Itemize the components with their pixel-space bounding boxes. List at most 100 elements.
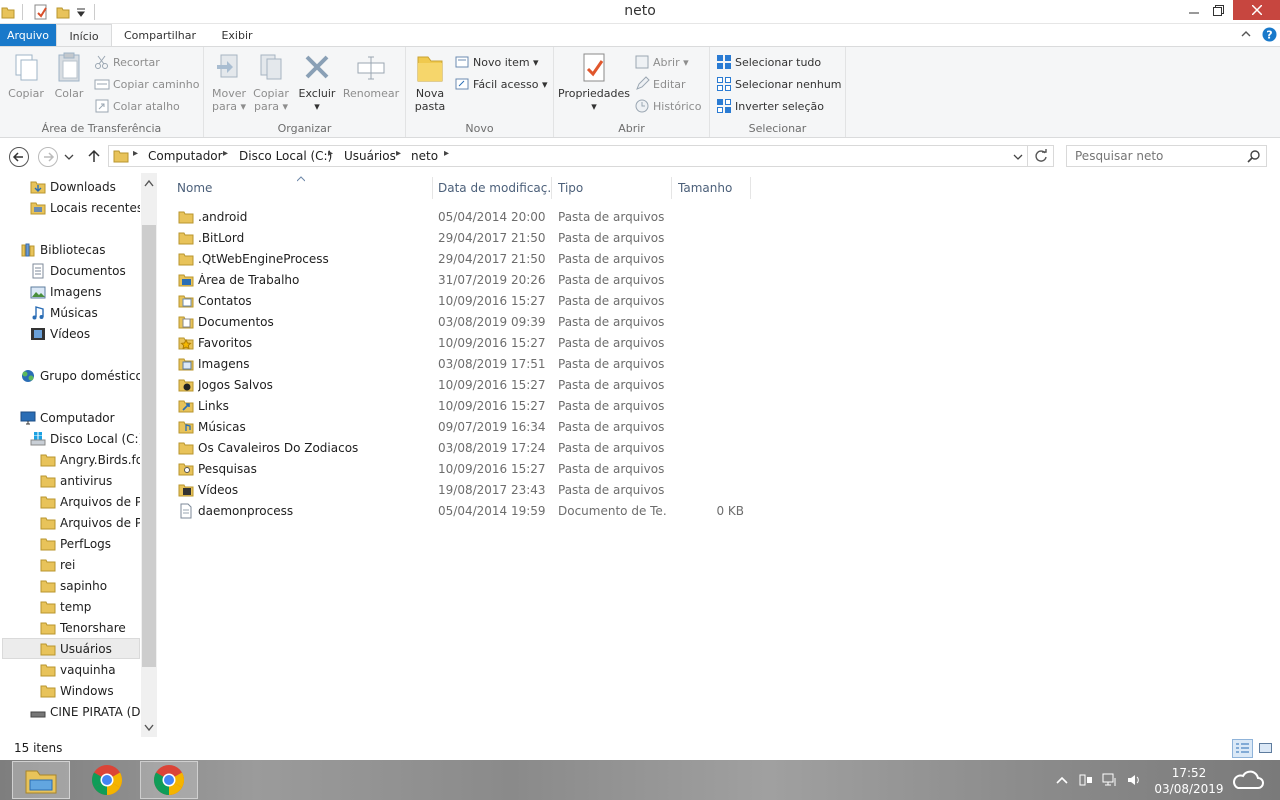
breadcrumb-computador[interactable]: Computador xyxy=(148,149,223,163)
large-icons-view-button[interactable] xyxy=(1256,740,1274,757)
edit-button[interactable]: Editar xyxy=(634,74,686,94)
nav-item-disk-d[interactable]: CINE PIRATA (D:) xyxy=(30,701,140,722)
tab-compartilhar[interactable]: Compartilhar xyxy=(118,24,202,47)
nav-item-folder[interactable]: Arquivos de Pr xyxy=(40,512,140,533)
select-none-button[interactable]: Selecionar nenhum xyxy=(716,74,842,94)
cut-button[interactable]: Recortar xyxy=(94,52,160,72)
tab-exibir[interactable]: Exibir xyxy=(212,24,262,47)
scroll-down-arrow-icon[interactable] xyxy=(144,724,154,732)
up-button[interactable] xyxy=(86,148,102,164)
nav-item-videos[interactable]: Vídeos xyxy=(30,323,140,344)
new-folder-quick-icon[interactable] xyxy=(54,3,72,21)
select-all-button[interactable]: Selecionar tudo xyxy=(716,52,821,72)
scroll-thumb[interactable] xyxy=(142,225,156,667)
forward-button[interactable] xyxy=(37,146,59,168)
new-folder-button[interactable]: Nova pasta xyxy=(410,51,450,113)
search-icon[interactable] xyxy=(1247,150,1260,163)
nav-item-computer[interactable]: Computador xyxy=(20,407,140,428)
nav-item-downloads[interactable]: Downloads xyxy=(30,176,140,197)
paste-shortcut-button[interactable]: Colar atalho xyxy=(94,96,180,116)
restore-button[interactable] xyxy=(1204,0,1232,20)
power-plug-icon[interactable] xyxy=(1078,772,1094,788)
taskbar-chrome-button-2[interactable] xyxy=(140,761,198,799)
file-row[interactable]: Área de Trabalho 31/07/2019 20:26 Pasta … xyxy=(176,270,756,291)
column-divider[interactable] xyxy=(551,177,552,199)
file-row[interactable]: Favoritos 10/09/2016 15:27 Pasta de arqu… xyxy=(176,333,756,354)
nav-item-disk-c[interactable]: Disco Local (C:) xyxy=(30,428,140,449)
column-header-size[interactable]: Tamanho xyxy=(678,173,752,203)
column-header-type[interactable]: Tipo xyxy=(558,173,668,203)
breadcrumb-separator-icon[interactable]: ▸ xyxy=(223,148,228,159)
nav-item-homegroup[interactable]: Grupo doméstico xyxy=(20,365,140,386)
copy-button[interactable]: Copiar xyxy=(4,51,48,100)
nav-item-folder[interactable]: sapinho xyxy=(40,575,140,596)
invert-selection-button[interactable]: Inverter seleção xyxy=(716,96,824,116)
show-hidden-icons-chevron-icon[interactable] xyxy=(1054,772,1070,788)
nav-item-folder[interactable]: PerfLogs xyxy=(40,533,140,554)
tab-inicio[interactable]: Início xyxy=(56,24,112,47)
file-row[interactable]: Os Cavaleiros Do Zodiacos 03/08/2019 17:… xyxy=(176,438,756,459)
nav-item-usuarios-selected[interactable]: Usuários xyxy=(2,638,140,659)
file-row[interactable]: Jogos Salvos 10/09/2016 15:27 Pasta de a… xyxy=(176,375,756,396)
details-view-button[interactable] xyxy=(1232,739,1253,758)
refresh-button[interactable] xyxy=(1028,145,1054,167)
file-row[interactable]: Links 10/09/2016 15:27 Pasta de arquivos xyxy=(176,396,756,417)
collapse-ribbon-icon[interactable] xyxy=(1240,28,1254,42)
file-row[interactable]: .android 05/04/2014 20:00 Pasta de arqui… xyxy=(176,207,756,228)
new-item-button[interactable]: Novo item ▾ xyxy=(454,52,539,72)
file-row[interactable]: Músicas 09/07/2019 16:34 Pasta de arquiv… xyxy=(176,417,756,438)
file-row[interactable]: Imagens 03/08/2019 17:51 Pasta de arquiv… xyxy=(176,354,756,375)
volume-speaker-icon[interactable] xyxy=(1126,772,1142,788)
file-row[interactable]: daemonprocess 05/04/2014 19:59 Documento… xyxy=(176,501,756,522)
file-row[interactable]: .QtWebEngineProcess 29/04/2017 21:50 Pas… xyxy=(176,249,756,270)
easy-access-button[interactable]: Fácil acesso ▾ xyxy=(454,74,548,94)
nav-item-libraries[interactable]: Bibliotecas xyxy=(20,239,140,260)
properties-quick-icon[interactable] xyxy=(32,3,50,21)
properties-button[interactable]: Propriedades ▾ xyxy=(556,51,632,113)
open-button[interactable]: Abrir ▾ xyxy=(634,52,689,72)
help-icon[interactable]: ? xyxy=(1262,27,1278,43)
nav-item-folder[interactable]: temp xyxy=(40,596,140,617)
file-row[interactable]: .BitLord 29/04/2017 21:50 Pasta de arqui… xyxy=(176,228,756,249)
breadcrumb-separator-icon[interactable]: ▸ xyxy=(444,148,449,159)
nav-item-folder[interactable]: antivirus xyxy=(40,470,140,491)
nav-item-folder[interactable]: Windows xyxy=(40,680,140,701)
tab-arquivo[interactable]: Arquivo xyxy=(0,24,56,47)
file-row[interactable]: Documentos 03/08/2019 09:39 Pasta de arq… xyxy=(176,312,756,333)
nav-item-folder[interactable]: Tenorshare xyxy=(40,617,140,638)
delete-button[interactable]: Excluir ▾ xyxy=(298,51,336,113)
close-button[interactable] xyxy=(1233,0,1280,20)
column-header-date[interactable]: Data de modificaç... xyxy=(438,173,550,203)
breadcrumb-separator-icon[interactable]: ▸ xyxy=(396,148,401,159)
breadcrumb-neto[interactable]: neto xyxy=(411,149,438,163)
file-row[interactable]: Contatos 10/09/2016 15:27 Pasta de arqui… xyxy=(176,291,756,312)
nav-scrollbar[interactable] xyxy=(141,173,157,737)
file-row[interactable]: Pesquisas 10/09/2016 15:27 Pasta de arqu… xyxy=(176,459,756,480)
taskbar-explorer-button[interactable] xyxy=(12,761,70,799)
search-box[interactable] xyxy=(1066,145,1267,167)
nav-item-folder[interactable]: vaquinha xyxy=(40,659,140,680)
taskbar-chrome-button[interactable] xyxy=(78,761,136,799)
customize-quick-access-icon[interactable] xyxy=(74,3,88,21)
recent-locations-chevron-icon[interactable] xyxy=(64,151,78,163)
onedrive-cloud-icon[interactable] xyxy=(1230,768,1264,792)
column-divider[interactable] xyxy=(750,177,751,199)
column-header-name[interactable]: Nome xyxy=(177,173,427,203)
history-button[interactable]: Histórico xyxy=(634,96,701,116)
nav-item-recent[interactable]: Locais recentes xyxy=(30,197,140,218)
breadcrumb-disco-local[interactable]: Disco Local (C:) xyxy=(239,149,332,163)
nav-item-folder[interactable]: Arquivos de Pr xyxy=(40,491,140,512)
breadcrumb-usuarios[interactable]: Usuários xyxy=(344,149,396,163)
network-icon[interactable] xyxy=(1102,772,1118,788)
address-bar[interactable]: ▸ Computador ▸ Disco Local (C:) ▸ Usuári… xyxy=(108,145,1028,167)
column-divider[interactable] xyxy=(432,177,433,199)
address-history-chevron-icon[interactable] xyxy=(1013,152,1023,162)
system-clock[interactable]: 17:52 03/08/2019 xyxy=(1150,765,1228,797)
copy-path-button[interactable]: Copiar caminho xyxy=(94,74,199,94)
breadcrumb-separator-icon[interactable]: ▸ xyxy=(133,148,138,159)
nav-item-music[interactable]: Músicas xyxy=(30,302,140,323)
move-to-button[interactable]: Mover para ▾ xyxy=(208,51,250,113)
paste-button[interactable]: Colar xyxy=(48,51,90,100)
rename-button[interactable]: Renomear xyxy=(340,51,402,100)
nav-item-folder[interactable]: rei xyxy=(40,554,140,575)
